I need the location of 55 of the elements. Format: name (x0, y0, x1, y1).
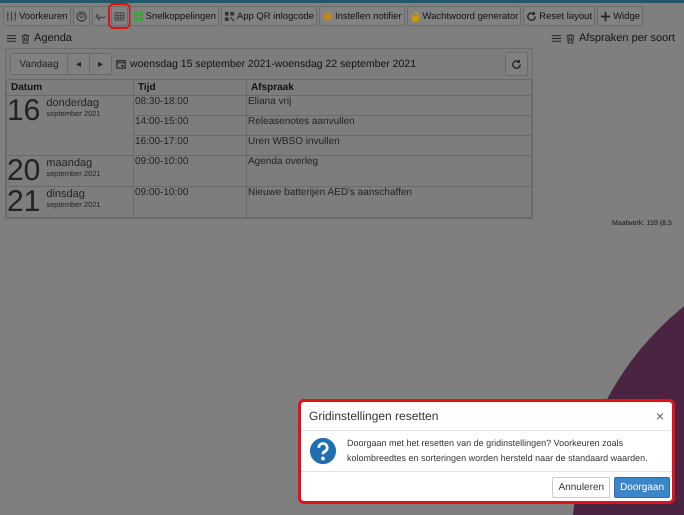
refresh-icon (526, 10, 538, 22)
appointment-cell[interactable]: Releasenotes aanvullen (246, 116, 532, 136)
day-number: 20 (7, 156, 40, 186)
dialog-title: Gridinstellingen resetten (309, 409, 438, 423)
appointment-cell[interactable]: Uren WBSO invullen (246, 136, 532, 156)
close-button[interactable]: × (656, 408, 664, 424)
calendar-icon (116, 59, 126, 69)
toolbar-icon-button[interactable] (110, 6, 128, 26)
date-range: woensdag 15 september 2021-woensdag 22 september 2021 (130, 58, 416, 70)
column-header[interactable]: Afspraak (246, 80, 532, 96)
appointment-cell[interactable]: Nieuwe batterijen AED's aanschaffen (246, 186, 532, 218)
refresh-icon (511, 58, 522, 70)
time-cell: 09:00-10:00 (134, 186, 246, 218)
toolbar-button[interactable]: App QR inlogcode (220, 6, 317, 26)
plus-icon (600, 10, 612, 22)
refresh-button[interactable] (505, 52, 528, 76)
column-header[interactable]: Tijd (134, 80, 246, 96)
widget-title: Afspraken per soort (579, 32, 675, 44)
cancel-button[interactable]: Annuleren (552, 477, 610, 498)
trash-icon[interactable] (20, 32, 31, 44)
lock-icon (410, 10, 421, 22)
appointment-cell[interactable]: Eliana vrij (246, 96, 532, 116)
time-cell: 08:30-18:00 (134, 96, 246, 116)
qr-code-icon (224, 10, 235, 22)
toolbar-button[interactable]: Reset layout (523, 6, 596, 26)
toolbar-button[interactable]: Widge (597, 6, 644, 26)
time-cell: 09:00-10:00 (134, 156, 246, 186)
column-header[interactable]: Datum (6, 80, 134, 96)
toolbar-button[interactable]: Voorkeuren (3, 6, 71, 26)
weekday: donderdag (46, 96, 100, 109)
tiles-icon (132, 10, 144, 22)
toolbar-icon-button[interactable] (92, 6, 109, 26)
toolbar-icon-button[interactable] (72, 6, 90, 26)
trash-icon[interactable] (565, 32, 576, 44)
user-icon (76, 10, 87, 22)
gear-icon (322, 10, 333, 22)
toolbar-button[interactable]: Wachtwoord generator (406, 6, 522, 26)
weekday: maandag (46, 156, 94, 169)
day-number: 16 (7, 96, 40, 126)
menu-icon[interactable] (6, 32, 17, 44)
time-cell: 14:00-15:00 (134, 116, 246, 136)
toolbar-button[interactable]: Instellen notifier (318, 6, 405, 26)
toolbar-button[interactable]: Snelkoppelingen (130, 6, 219, 26)
menu-icon[interactable] (551, 32, 562, 44)
appointment-cell[interactable]: Agenda overleg (246, 156, 532, 186)
question-icon (309, 437, 337, 465)
dialog-message: Doorgaan met het resetten van de gridinstellingen? Voorkeuren zoals kolombreedtes en sorteringen worden hersteld naar de standaard waarden. (347, 437, 649, 465)
time-cell: 16:00-17:00 (134, 136, 246, 156)
day-number: 21 (7, 187, 40, 217)
sliders-icon (6, 10, 17, 22)
confirm-button[interactable]: Doorgaan (614, 477, 670, 498)
next-button[interactable]: ▸ (89, 54, 111, 74)
widget-title: Agenda (34, 32, 72, 44)
weekday: dinsdag (46, 187, 86, 200)
table-grid-icon (114, 10, 125, 22)
